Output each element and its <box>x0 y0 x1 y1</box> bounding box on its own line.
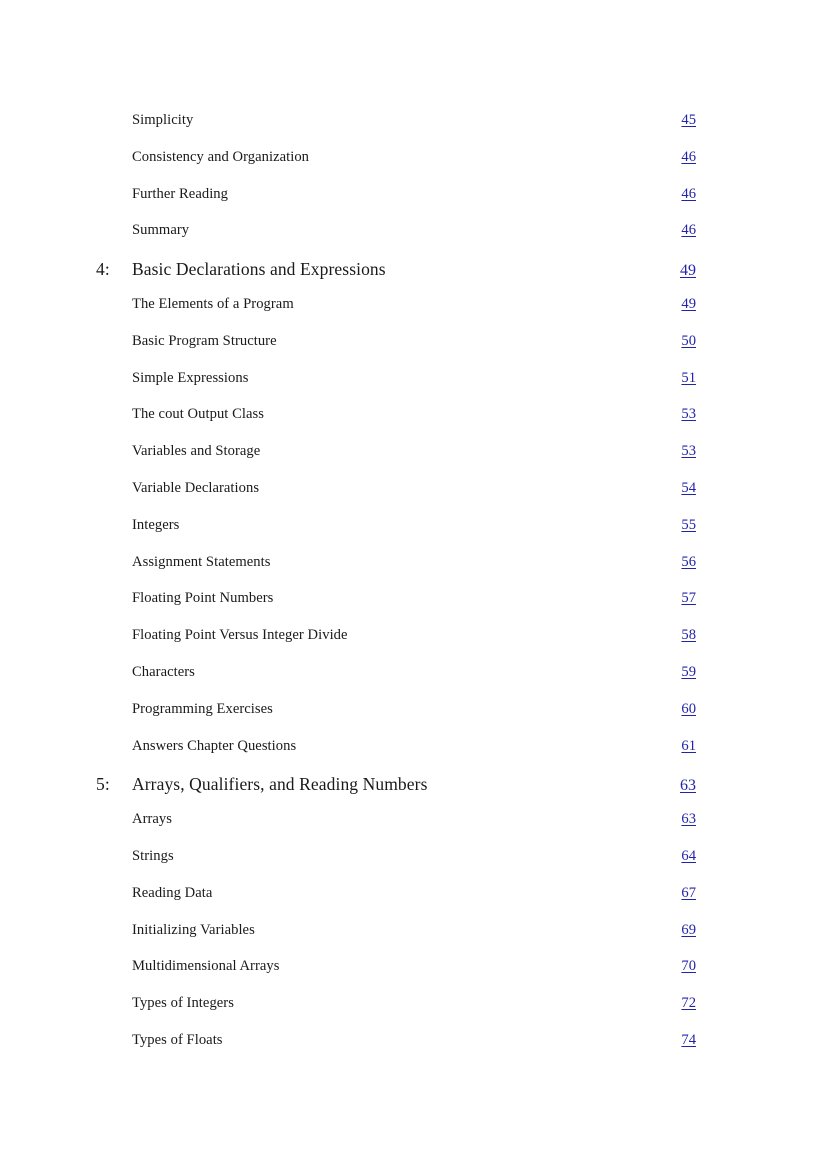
toc-page-number-link[interactable]: 53 <box>674 443 696 460</box>
toc-entry-title: Initializing Variables <box>132 921 255 938</box>
toc-page-number-link[interactable]: 70 <box>674 958 696 975</box>
toc-section-row: Assignment Statements 56 <box>96 554 696 591</box>
toc-section-row: Arrays 63 <box>96 811 696 848</box>
toc-section-row: Types of Integers 72 <box>96 995 696 1032</box>
toc-page-number-link[interactable]: 49 <box>674 262 696 280</box>
toc-page-number-link[interactable]: 61 <box>674 738 696 755</box>
toc-entry-title: Answers Chapter Questions <box>132 737 297 754</box>
table-of-contents-page: Simplicity 45 Consistency and Organization… <box>0 0 826 1169</box>
toc-entry-title: Floating Point Numbers <box>132 590 274 607</box>
toc-entry-title: Variables and Storage <box>132 443 261 460</box>
toc-page-number-link[interactable]: 46 <box>674 149 696 166</box>
toc-page-number-link[interactable]: 67 <box>674 885 696 902</box>
toc-section-row: Further Reading 46 <box>96 186 696 223</box>
toc-entry-number: 4: <box>96 259 110 280</box>
toc-section-row: Summary 46 <box>96 222 696 259</box>
toc-page-number-link[interactable]: 63 <box>674 811 696 828</box>
toc-section-row: Floating Point Versus Integer Divide 58 <box>96 627 696 664</box>
toc-entry-title: Integers <box>132 516 180 533</box>
toc-section-row: Characters 59 <box>96 664 696 701</box>
toc-entry-title: Consistency and Organization <box>132 148 310 165</box>
toc-entry-list: Simplicity 45 Consistency and Organization… <box>96 112 696 1069</box>
toc-page-number-link[interactable]: 53 <box>674 406 696 423</box>
toc-section-row: Consistency and Organization 46 <box>96 149 696 186</box>
toc-section-row: Strings 64 <box>96 848 696 885</box>
toc-entry-title: Reading Data <box>132 884 213 901</box>
toc-entry-title: Further Reading <box>132 185 228 202</box>
toc-page-number-link[interactable]: 72 <box>674 995 696 1012</box>
toc-page-number-link[interactable]: 64 <box>674 848 696 865</box>
toc-entry-number: 5: <box>96 774 110 795</box>
toc-section-row: Simple Expressions 51 <box>96 370 696 407</box>
toc-section-row: Reading Data 67 <box>96 885 696 922</box>
toc-entry-title: The cout Output Class <box>132 406 264 423</box>
toc-section-row: Floating Point Numbers 57 <box>96 590 696 627</box>
toc-entry-title: Summary <box>132 222 190 239</box>
toc-page-number-link[interactable]: 50 <box>674 333 696 350</box>
toc-entry-title: The Elements of a Program <box>132 295 294 312</box>
toc-chapter-row: 5: Arrays, Qualifiers, and Reading Number… <box>96 774 696 811</box>
toc-section-row: The cout Output Class 53 <box>96 406 696 443</box>
toc-page-number-link[interactable]: 60 <box>674 701 696 718</box>
toc-page-number-link[interactable]: 49 <box>674 296 696 313</box>
toc-page-number-link[interactable]: 69 <box>674 922 696 939</box>
toc-entry-title: Simple Expressions <box>132 369 249 386</box>
toc-entry-title: Basic Program Structure <box>132 332 277 349</box>
toc-entry-title: Types of Integers <box>132 995 234 1012</box>
toc-page-number-link[interactable]: 74 <box>674 1032 696 1049</box>
toc-chapter-row: 4: Basic Declarations and Expressions 49 <box>96 259 696 296</box>
toc-entry-title: Assignment Statements <box>132 553 271 570</box>
toc-section-row: Variables and Storage 53 <box>96 443 696 480</box>
toc-page-number-link[interactable]: 57 <box>674 590 696 607</box>
toc-page-number-link[interactable]: 46 <box>674 186 696 203</box>
toc-entry-title: Simplicity <box>132 112 194 128</box>
toc-page-number-link[interactable]: 55 <box>674 517 696 534</box>
toc-entry-title: Floating Point Versus Integer Divide <box>132 627 348 644</box>
toc-section-row: Programming Exercises 60 <box>96 701 696 738</box>
toc-entry-title: Types of Floats <box>132 1031 223 1048</box>
toc-entry-title: Strings <box>132 847 174 864</box>
toc-section-row: Answers Chapter Questions 61 <box>96 738 696 775</box>
toc-entry-title: Programming Exercises <box>132 700 273 717</box>
toc-page-number-link[interactable]: 63 <box>674 777 696 795</box>
toc-entry-title: Characters <box>132 663 195 680</box>
toc-page-number-link[interactable]: 46 <box>674 222 696 239</box>
toc-section-row: Integers 55 <box>96 517 696 554</box>
toc-entry-title: Arrays <box>132 811 173 828</box>
toc-section-row: Types of Floats 74 <box>96 1032 696 1069</box>
toc-page-number-link[interactable]: 51 <box>674 370 696 387</box>
toc-entry-title: Variable Declarations <box>132 479 260 496</box>
toc-section-row: Multidimensional Arrays 70 <box>96 958 696 995</box>
toc-page-number-link[interactable]: 58 <box>674 627 696 644</box>
toc-section-row: The Elements of a Program 49 <box>96 296 696 333</box>
toc-section-row: Simplicity 45 <box>96 112 696 149</box>
toc-entry-title: Arrays, Qualifiers, and Reading Numbers <box>132 774 428 795</box>
toc-entry-title: Multidimensional Arrays <box>132 958 280 975</box>
toc-section-row: Basic Program Structure 50 <box>96 333 696 370</box>
toc-page-number-link[interactable]: 45 <box>674 112 696 129</box>
toc-entry-title: Basic Declarations and Expressions <box>132 259 386 280</box>
toc-section-row: Initializing Variables 69 <box>96 922 696 959</box>
toc-page-number-link[interactable]: 59 <box>674 664 696 681</box>
toc-page-number-link[interactable]: 56 <box>674 554 696 571</box>
toc-page-number-link[interactable]: 54 <box>674 480 696 497</box>
toc-section-row: Variable Declarations 54 <box>96 480 696 517</box>
